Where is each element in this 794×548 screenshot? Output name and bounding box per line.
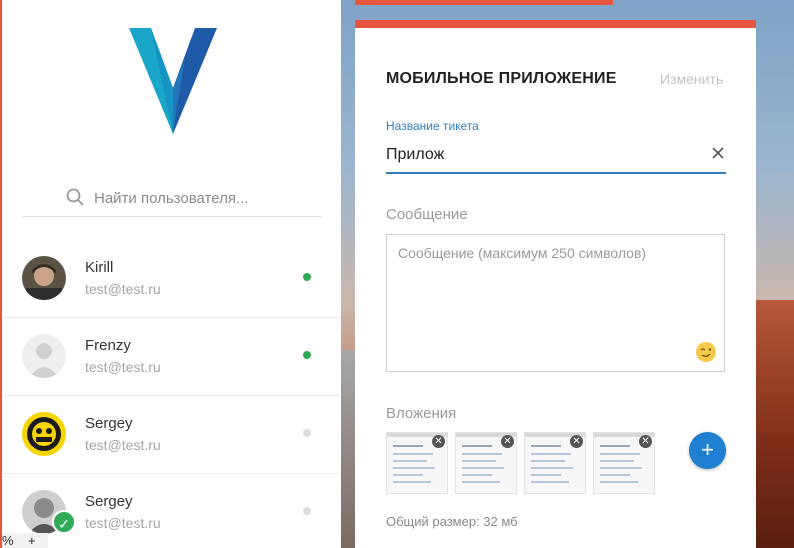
check-icon: ✓ xyxy=(52,510,76,534)
attachments-list: ✕ ✕ ✕ ✕ xyxy=(386,432,666,498)
online-status-dot xyxy=(303,351,311,359)
attachment-thumbnail[interactable]: ✕ xyxy=(524,432,586,494)
sidebar: Kirill test@test.ru Frenzy test@test.ru xyxy=(0,0,341,548)
attachment-thumbnail[interactable]: ✕ xyxy=(455,432,517,494)
background-rock-right xyxy=(756,300,794,548)
emoji-icon[interactable] xyxy=(695,341,717,363)
search-icon xyxy=(66,188,84,206)
remove-icon[interactable]: ✕ xyxy=(501,435,514,448)
user-item[interactable]: ✓ Sergey test@test.ru xyxy=(2,474,341,548)
percent-label: % xyxy=(2,533,14,548)
user-item[interactable]: Frenzy test@test.ru xyxy=(2,318,341,396)
modal-title: МОБИЛЬНОЕ ПРИЛОЖЕНИЕ xyxy=(386,70,617,87)
remove-icon[interactable]: ✕ xyxy=(432,435,445,448)
total-size: Общий размер: 32 мб xyxy=(386,514,518,529)
user-name: Kirill xyxy=(85,259,114,276)
user-name: Frenzy xyxy=(85,337,131,354)
user-item[interactable]: Sergey test@test.ru xyxy=(2,396,341,474)
logo xyxy=(129,28,217,134)
user-email: test@test.ru xyxy=(85,515,161,531)
user-item[interactable]: Kirill test@test.ru xyxy=(2,240,341,318)
attachment-thumbnail[interactable]: ✕ xyxy=(593,432,655,494)
user-search xyxy=(22,182,322,217)
message-label: Сообщение xyxy=(386,206,468,223)
bottom-bar: % + xyxy=(2,533,48,548)
ticket-name-input[interactable] xyxy=(386,138,726,174)
ticket-name-label: Название тикета xyxy=(386,119,479,133)
remove-icon[interactable]: ✕ xyxy=(639,435,652,448)
online-status-dot xyxy=(303,273,311,281)
avatar xyxy=(22,334,66,378)
top-progress-bar xyxy=(355,0,613,5)
user-list: Kirill test@test.ru Frenzy test@test.ru xyxy=(2,240,341,548)
user-name: Sergey xyxy=(85,415,133,432)
offline-status-dot xyxy=(303,507,311,515)
edit-link[interactable]: Изменить xyxy=(660,71,723,87)
user-email: test@test.ru xyxy=(85,437,161,453)
user-name: Sergey xyxy=(85,493,133,510)
plus-button[interactable]: + xyxy=(28,533,36,548)
avatar xyxy=(22,256,66,300)
background-rock-left xyxy=(341,350,355,548)
avatar xyxy=(22,412,66,456)
add-attachment-button[interactable]: + xyxy=(689,432,726,469)
attachment-thumbnail[interactable]: ✕ xyxy=(386,432,448,494)
search-input[interactable] xyxy=(94,188,314,208)
user-email: test@test.ru xyxy=(85,281,161,297)
user-email: test@test.ru xyxy=(85,359,161,375)
ticket-modal: МОБИЛЬНОЕ ПРИЛОЖЕНИЕ Изменить Название т… xyxy=(355,20,756,548)
remove-icon[interactable]: ✕ xyxy=(570,435,583,448)
clear-icon[interactable] xyxy=(711,146,725,160)
message-textarea[interactable] xyxy=(386,234,725,372)
attachments-label: Вложения xyxy=(386,405,457,422)
offline-status-dot xyxy=(303,429,311,437)
